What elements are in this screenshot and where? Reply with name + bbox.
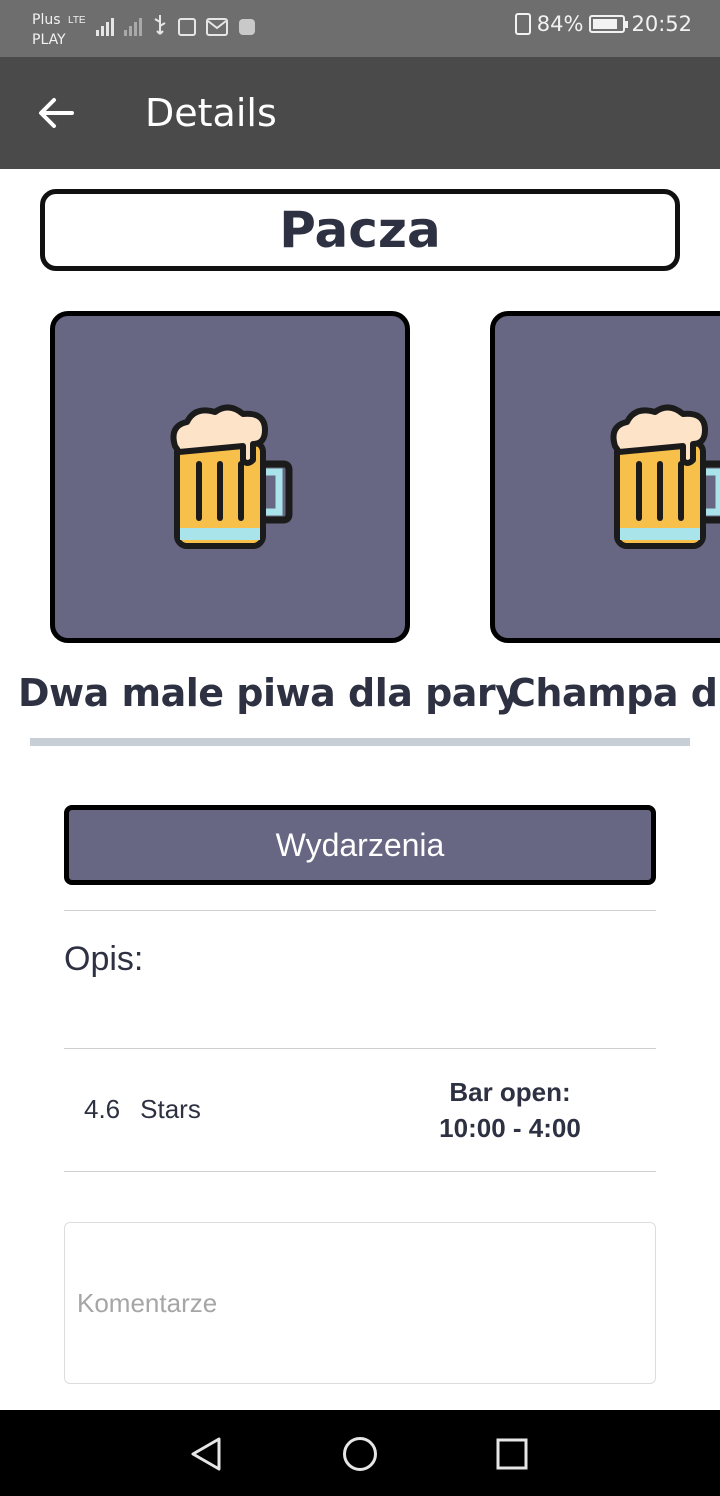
divider	[64, 1171, 656, 1172]
opening-hours: Bar open: 10:00 - 4:00	[410, 1074, 610, 1146]
app-notification-icon	[238, 19, 255, 35]
vibrate-icon	[514, 13, 531, 35]
mail-icon	[205, 18, 228, 36]
circle-home-icon	[343, 1437, 377, 1471]
triangle-back-icon	[191, 1437, 221, 1471]
app-bar: Details	[0, 57, 720, 169]
signal-icon	[95, 14, 114, 36]
description-label: Opis:	[64, 940, 144, 978]
carrier-top: Plus	[32, 12, 61, 28]
events-button[interactable]: Wydarzenia	[64, 805, 656, 885]
status-icons-left: LTE	[68, 14, 256, 36]
status-icons-right: 84% 20:52	[514, 12, 692, 36]
rating-unit: Stars	[140, 1094, 201, 1124]
signal-secondary-icon	[123, 14, 142, 36]
battery-icon	[589, 15, 629, 33]
beer-mug-icon	[610, 404, 720, 549]
events-button-label: Wydarzenia	[275, 826, 445, 863]
notification-icon	[177, 18, 196, 36]
usb-icon	[154, 15, 166, 35]
promo-card[interactable]	[490, 311, 720, 643]
hours-label: Bar open:	[449, 1077, 571, 1107]
battery-level: 84%	[536, 12, 584, 36]
page-title: Details	[145, 91, 277, 135]
promo-carousel[interactable]: Dwa male piwa dla pary Champa dla	[0, 311, 720, 731]
status-bar: Plus PLAY LTE 84% 20:52	[0, 0, 720, 57]
rating: 4.6 Stars	[84, 1094, 201, 1125]
venue-name: Pacza	[279, 201, 441, 259]
hours-value: 10:00 - 4:00	[439, 1113, 581, 1143]
carrier-bottom: PLAY	[32, 32, 66, 48]
nav-home-button[interactable]	[336, 1430, 384, 1478]
promo-title: Dwa male piwa dla pary	[18, 671, 520, 715]
back-button[interactable]	[30, 87, 82, 139]
system-nav-bar	[0, 1410, 720, 1496]
nav-recents-button[interactable]	[488, 1430, 536, 1478]
divider	[64, 1048, 656, 1049]
promo-card[interactable]	[50, 311, 410, 643]
promo-title: Champa dla	[508, 671, 720, 715]
network-type: LTE	[68, 15, 86, 26]
carrier-label: Plus PLAY	[32, 10, 66, 50]
divider	[64, 910, 656, 911]
clock: 20:52	[631, 12, 692, 36]
carousel-divider	[30, 738, 690, 746]
comments-input[interactable]	[64, 1222, 656, 1384]
square-recents-icon	[496, 1438, 528, 1470]
nav-back-button[interactable]	[182, 1430, 230, 1478]
arrow-left-icon	[39, 98, 74, 128]
beer-mug-icon	[170, 404, 293, 549]
venue-name-box: Pacza	[40, 189, 680, 271]
rating-value: 4.6	[84, 1094, 121, 1124]
